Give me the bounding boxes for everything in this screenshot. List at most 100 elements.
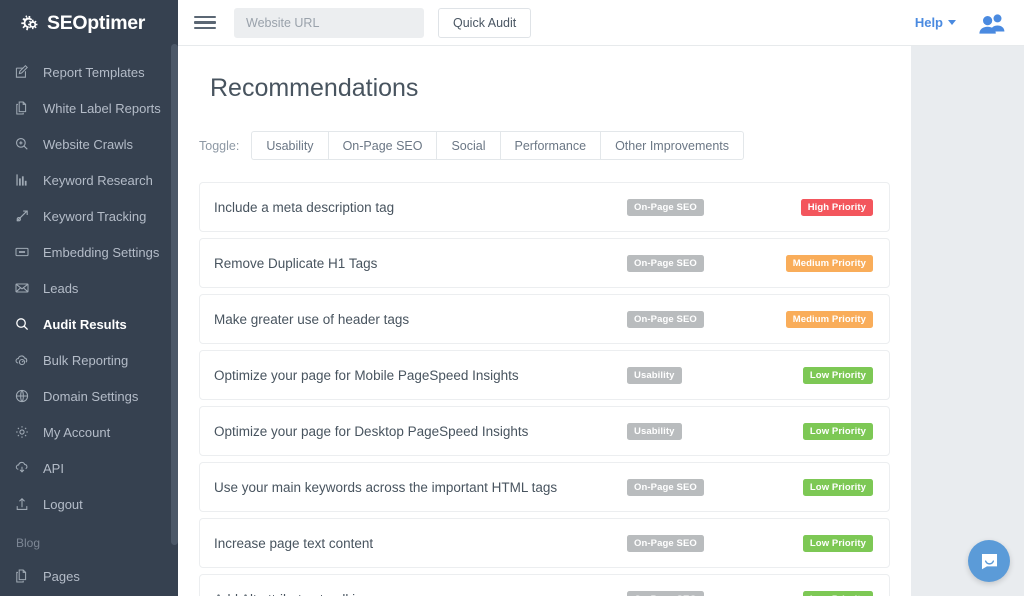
recommendation-row[interactable]: Use your main keywords across the import…: [199, 462, 890, 512]
recommendation-category: On-Page SEO: [627, 535, 777, 552]
sidebar-item-label: Embedding Settings: [43, 245, 159, 260]
search-icon: [13, 315, 31, 333]
toggle-usability[interactable]: Usability: [251, 131, 327, 160]
sidebar-item-label: API: [43, 461, 64, 476]
sidebar-item-logout[interactable]: Logout: [0, 486, 178, 522]
sidebar-item-website-crawls[interactable]: Website Crawls: [0, 126, 178, 162]
globe-icon: [13, 387, 31, 405]
category-badge: Usability: [627, 367, 682, 384]
recommendation-list: Include a meta description tag On-Page S…: [178, 160, 911, 596]
sidebar-item-bulk-reporting[interactable]: Bulk Reporting: [0, 342, 178, 378]
sidebar-item-white-label-reports[interactable]: White Label Reports: [0, 90, 178, 126]
recommendation-category: Usability: [627, 367, 777, 384]
sidebar-item-api[interactable]: API: [0, 450, 178, 486]
app-root: SEOptimer Report Templates: [0, 0, 1024, 596]
recommendation-title: Increase page text content: [214, 536, 627, 551]
sidebar-item-label: My Account: [43, 425, 110, 440]
recommendation-row[interactable]: Increase page text content On-Page SEO L…: [199, 518, 890, 568]
sidebar-item-keyword-research[interactable]: Keyword Research: [0, 162, 178, 198]
sidebar-item-leads[interactable]: Leads: [0, 270, 178, 306]
sidebar-item-pages[interactable]: Pages: [0, 558, 178, 594]
category-badge: On-Page SEO: [627, 199, 704, 216]
copy-pages-icon: [13, 567, 31, 585]
sidebar-item-label: Report Templates: [43, 65, 145, 80]
chat-bubble-icon[interactable]: [968, 540, 1010, 582]
category-badge: On-Page SEO: [627, 591, 704, 596]
sidebar-item-label: Audit Results: [43, 317, 127, 332]
recommendation-title: Optimize your page for Desktop PageSpeed…: [214, 424, 627, 439]
help-label: Help: [915, 15, 943, 30]
recommendation-row[interactable]: Add Alt attributes to all images On-Page…: [199, 574, 890, 596]
quick-audit-button[interactable]: Quick Audit: [438, 8, 531, 38]
trend-arrow-icon: [13, 207, 31, 225]
recommendation-title: Use your main keywords across the import…: [214, 480, 627, 495]
toggle-on-page-seo[interactable]: On-Page SEO: [328, 131, 437, 160]
cloud-download-icon: [13, 459, 31, 477]
sidebar-item-domain-settings[interactable]: Domain Settings: [0, 378, 178, 414]
recommendation-row[interactable]: Optimize your page for Mobile PageSpeed …: [199, 350, 890, 400]
recommendation-title: Include a meta description tag: [214, 200, 627, 215]
recommendation-category: Usability: [627, 423, 777, 440]
priority-badge: Low Priority: [803, 535, 873, 552]
copy-pages-icon: [13, 99, 31, 117]
toggle-other-improvements[interactable]: Other Improvements: [600, 131, 744, 160]
sidebar-item-my-account[interactable]: My Account: [0, 414, 178, 450]
toggle-label: Toggle:: [199, 139, 239, 153]
chevron-down-icon: [948, 20, 956, 25]
brand-name: SEOptimer: [47, 12, 145, 35]
recommendation-title: Make greater use of header tags: [214, 312, 627, 327]
priority-badge: Low Priority: [803, 479, 873, 496]
recommendation-priority: Low Priority: [777, 591, 873, 596]
toggle-performance[interactable]: Performance: [500, 131, 601, 160]
sidebar: SEOptimer Report Templates: [0, 0, 178, 596]
sidebar-item-label: White Label Reports: [43, 101, 161, 116]
envelope-icon: [13, 279, 31, 297]
recommendation-title: Add Alt attributes to all images: [214, 592, 627, 596]
users-icon[interactable]: [978, 12, 1006, 34]
recommendation-priority: Medium Priority: [777, 311, 873, 328]
sidebar-item-embedding-settings[interactable]: Embedding Settings: [0, 234, 178, 270]
recommendation-row[interactable]: Remove Duplicate H1 Tags On-Page SEO Med…: [199, 238, 890, 288]
hamburger-icon[interactable]: [194, 12, 216, 34]
recommendation-row[interactable]: Optimize your page for Desktop PageSpeed…: [199, 406, 890, 456]
sidebar-item-label: Domain Settings: [43, 389, 138, 404]
content-wrap: Recommendations Toggle: Usability On-Pag…: [178, 46, 1024, 596]
recommendation-row[interactable]: Make greater use of header tags On-Page …: [199, 294, 890, 344]
topbar: Quick Audit Help: [178, 0, 1024, 46]
recommendation-category: On-Page SEO: [627, 199, 777, 216]
category-badge: On-Page SEO: [627, 479, 704, 496]
recommendation-priority: Low Priority: [777, 479, 873, 496]
priority-badge: Low Priority: [803, 591, 873, 596]
category-badge: On-Page SEO: [627, 535, 704, 552]
sidebar-item-report-templates[interactable]: Report Templates: [0, 54, 178, 90]
sidebar-item-label: Leads: [43, 281, 78, 296]
recommendation-priority: Low Priority: [777, 535, 873, 552]
toggle-button-group: Usability On-Page SEO Social Performance…: [251, 131, 744, 160]
recommendation-title: Remove Duplicate H1 Tags: [214, 256, 627, 271]
sidebar-scrollbar-thumb[interactable]: [171, 44, 178, 545]
category-badge: On-Page SEO: [627, 255, 704, 272]
recommendation-priority: Low Priority: [777, 367, 873, 384]
recommendation-title: Optimize your page for Mobile PageSpeed …: [214, 368, 627, 383]
help-menu[interactable]: Help: [915, 15, 956, 30]
sidebar-item-label: Keyword Research: [43, 173, 153, 188]
sidebar-item-keyword-tracking[interactable]: Keyword Tracking: [0, 198, 178, 234]
gear-refresh-icon: [18, 12, 40, 34]
recommendation-category: On-Page SEO: [627, 591, 777, 596]
sidebar-item-label: Pages: [43, 569, 80, 584]
page-background: [911, 46, 1024, 596]
sidebar-nav: Report Templates White Label Reports: [0, 46, 178, 594]
priority-badge: Low Priority: [803, 367, 873, 384]
toggle-social[interactable]: Social: [436, 131, 499, 160]
magnifier-plus-icon: [13, 135, 31, 153]
sidebar-item-audit-results[interactable]: Audit Results: [0, 306, 178, 342]
website-url-input[interactable]: [234, 8, 424, 38]
category-badge: On-Page SEO: [627, 311, 704, 328]
cloud-meter-icon: [13, 351, 31, 369]
priority-badge: High Priority: [801, 199, 873, 216]
page-title: Recommendations: [178, 46, 911, 103]
recommendation-priority: High Priority: [777, 199, 873, 216]
brand-logo-link[interactable]: SEOptimer: [0, 0, 178, 46]
recommendation-category: On-Page SEO: [627, 311, 777, 328]
recommendation-row[interactable]: Include a meta description tag On-Page S…: [199, 182, 890, 232]
